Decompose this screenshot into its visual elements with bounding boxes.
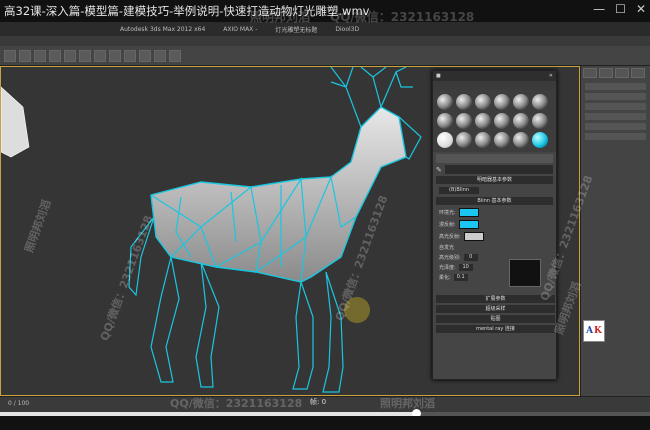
max-title-3: Diool3D bbox=[335, 25, 360, 33]
ambient-label: 环境光: bbox=[439, 210, 456, 216]
specular-level-label: 高光级别: bbox=[439, 255, 461, 261]
sample-slot[interactable] bbox=[437, 132, 453, 148]
material-editor-icon: ■ bbox=[436, 73, 441, 79]
modify-tab-icon[interactable] bbox=[599, 68, 613, 78]
sample-slot[interactable] bbox=[494, 113, 510, 129]
material-editor-title: ■ ✕ bbox=[433, 71, 556, 81]
diffuse-label: 漫反射: bbox=[439, 222, 456, 228]
minimize-icon[interactable]: — bbox=[593, 2, 605, 16]
toolbar-redo-icon[interactable] bbox=[19, 49, 31, 62]
sample-slot[interactable] bbox=[437, 113, 453, 129]
ambient-color-swatch[interactable] bbox=[458, 208, 479, 217]
toolbar-align-icon[interactable] bbox=[139, 49, 151, 62]
toolbar-scale-icon[interactable] bbox=[94, 49, 106, 62]
ak-logo: A K bbox=[583, 320, 605, 342]
sample-slot[interactable] bbox=[456, 94, 472, 110]
maximize-icon[interactable]: ☐ bbox=[615, 2, 626, 16]
video-title: 高32课-深入篇-模型篇-建模技巧-举例说明-快速打造动物灯光雕塑.wmv bbox=[4, 4, 370, 18]
max-title-bar: Autodesk 3ds Max 2012 x64 AXIO MAX - 灯光雕… bbox=[0, 22, 650, 36]
material-editor-menu[interactable] bbox=[433, 81, 556, 90]
self-illum-label: 自发光 bbox=[439, 245, 455, 251]
sample-slot[interactable] bbox=[456, 132, 472, 148]
material-editor-window: ■ ✕ ✎ 明暗器基本参数 (B)Blinn Blinn 基本参数 环境光: 漫… bbox=[432, 70, 557, 380]
sample-slot[interactable] bbox=[532, 94, 548, 110]
command-panel-row[interactable] bbox=[585, 133, 646, 140]
sample-slot[interactable] bbox=[513, 113, 529, 129]
specular-level-spinner[interactable]: 0 bbox=[463, 254, 478, 261]
video-controls-bar bbox=[0, 416, 650, 430]
rollout-extended-params[interactable]: 扩展参数 bbox=[436, 295, 555, 303]
toolbar-rotate-icon[interactable] bbox=[79, 49, 91, 62]
sample-slot[interactable] bbox=[513, 94, 529, 110]
rollout-supersampling[interactable]: 超级采样 bbox=[436, 305, 555, 313]
rollout-shader-basic[interactable]: 明暗器基本参数 bbox=[436, 176, 553, 184]
sample-slot[interactable] bbox=[475, 94, 491, 110]
toolbar-link-icon[interactable] bbox=[34, 49, 46, 62]
create-tab-icon[interactable] bbox=[583, 68, 597, 78]
sample-slot[interactable] bbox=[437, 94, 453, 110]
sample-slot[interactable] bbox=[494, 94, 510, 110]
sample-slot[interactable] bbox=[475, 132, 491, 148]
sample-slot[interactable] bbox=[513, 132, 529, 148]
soften-spinner[interactable]: 0.1 bbox=[453, 274, 468, 281]
toolbar-material-icon[interactable] bbox=[154, 49, 166, 62]
max-main-toolbar bbox=[0, 46, 650, 66]
toolbar-snap-icon[interactable] bbox=[109, 49, 121, 62]
max-title-2: 灯光雕塑无标题 bbox=[275, 26, 318, 34]
sample-slot[interactable] bbox=[494, 132, 510, 148]
sample-slot[interactable] bbox=[456, 113, 472, 129]
sample-slots-grid bbox=[433, 90, 556, 152]
max-title-1: AXIO MAX - bbox=[223, 25, 258, 33]
command-panel-row[interactable] bbox=[585, 93, 646, 100]
command-panel-row[interactable] bbox=[585, 123, 646, 130]
time-slider[interactable]: 0 / 100 帧: 0 bbox=[0, 396, 650, 412]
hierarchy-tab-icon[interactable] bbox=[615, 68, 629, 78]
rollout-maps[interactable]: 贴图 bbox=[436, 315, 555, 323]
time-slider-label: 0 / 100 bbox=[8, 400, 30, 407]
cursor-highlight bbox=[344, 297, 370, 323]
glossiness-label: 光泽度: bbox=[439, 265, 456, 271]
rollout-blinn-basic[interactable]: Blinn 基本参数 bbox=[436, 197, 553, 205]
toolbar-render-icon[interactable] bbox=[169, 49, 181, 62]
command-panel-row[interactable] bbox=[585, 83, 646, 90]
command-panel-row[interactable] bbox=[585, 113, 646, 120]
logo-letter-a: A bbox=[586, 326, 594, 336]
close-icon[interactable]: ✕ bbox=[636, 2, 646, 16]
glossiness-spinner[interactable]: 10 bbox=[458, 264, 473, 271]
utilities-tab-icon[interactable] bbox=[631, 68, 645, 78]
logo-letter-k: K bbox=[594, 326, 602, 336]
sample-slot-active[interactable] bbox=[532, 132, 548, 148]
toolbar-undo-icon[interactable] bbox=[4, 49, 16, 62]
specular-color-swatch[interactable] bbox=[463, 232, 484, 241]
max-menu-bar[interactable] bbox=[0, 36, 650, 46]
diffuse-color-swatch[interactable] bbox=[458, 220, 479, 229]
sample-slot[interactable] bbox=[475, 113, 491, 129]
shader-dropdown[interactable]: (B)Blinn bbox=[439, 187, 479, 194]
command-panel-row[interactable] bbox=[585, 103, 646, 110]
specular-highlight-graph bbox=[509, 259, 541, 287]
soften-label: 柔化: bbox=[439, 275, 451, 281]
frame-indicator: 帧: 0 bbox=[310, 398, 327, 406]
toolbar-mirror-icon[interactable] bbox=[124, 49, 136, 62]
rollout-mental-ray[interactable]: mental ray 连接 bbox=[436, 325, 555, 333]
max-title-0: Autodesk 3ds Max 2012 x64 bbox=[120, 25, 206, 33]
material-name-field[interactable] bbox=[444, 165, 553, 174]
toolbar-move-icon[interactable] bbox=[64, 49, 76, 62]
player-title-bar: 高32课-深入篇-模型篇-建模技巧-举例说明-快速打造动物灯光雕塑.wmv — … bbox=[0, 0, 650, 22]
sample-slot[interactable] bbox=[532, 113, 548, 129]
material-editor-close-icon[interactable]: ✕ bbox=[549, 73, 553, 79]
toolbar-select-icon[interactable] bbox=[49, 49, 61, 62]
eyedropper-icon[interactable]: ✎ bbox=[436, 166, 442, 174]
material-editor-toolbar[interactable] bbox=[436, 154, 553, 163]
command-panel: A K bbox=[580, 66, 650, 396]
material-name-row: ✎ bbox=[436, 165, 553, 174]
specular-label: 高光反射: bbox=[439, 234, 461, 240]
